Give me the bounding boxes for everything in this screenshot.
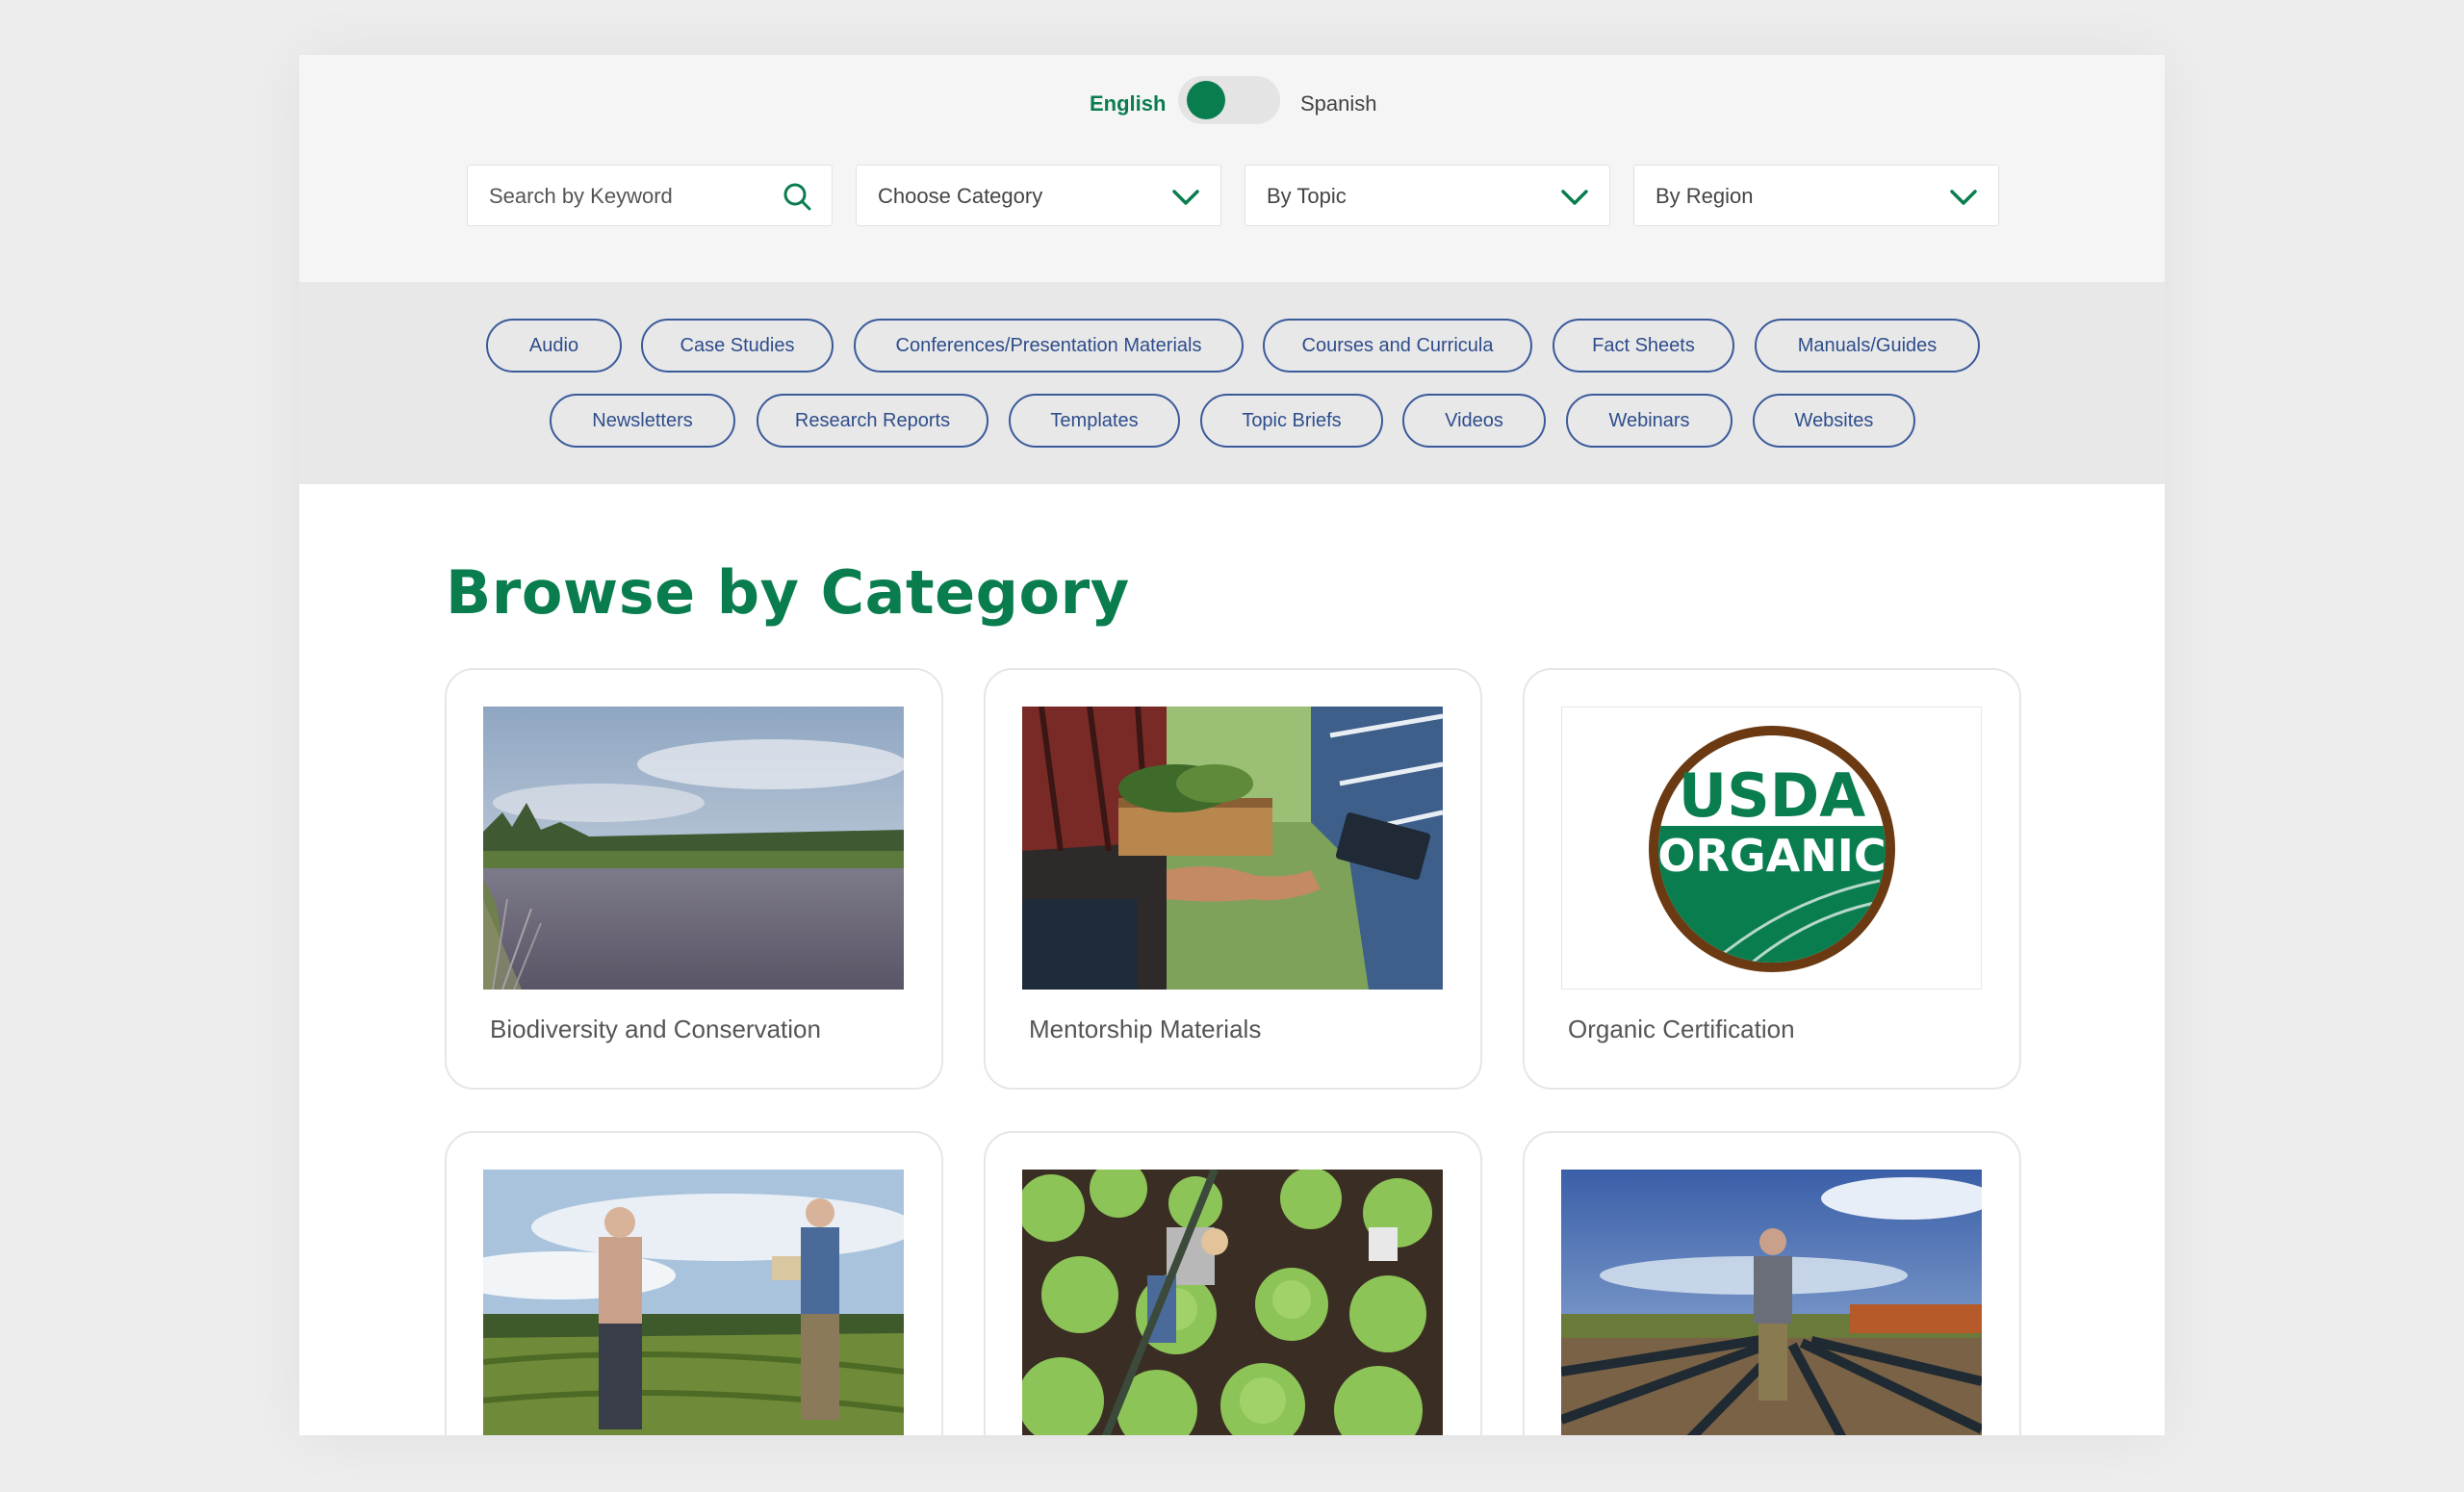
chip-templates[interactable]: Templates — [1009, 394, 1180, 448]
category-card[interactable] — [984, 1131, 1482, 1435]
region-select[interactable]: By Region — [1633, 165, 1999, 226]
chip-webinars[interactable]: Webinars — [1566, 394, 1732, 448]
category-card-label: Organic Certification — [1568, 1015, 1795, 1043]
chip-topic-briefs[interactable]: Topic Briefs — [1200, 394, 1383, 448]
language-switch: English Spanish — [299, 74, 2165, 134]
search-icon[interactable] — [782, 181, 812, 212]
usda-organic-seal-image: USDA ORGANIC — [1561, 707, 1982, 990]
category-select[interactable]: Choose Category — [856, 165, 1221, 226]
language-toggle[interactable] — [1178, 76, 1280, 124]
chevron-down-icon — [1561, 190, 1588, 205]
lettuce-field-image — [1022, 1170, 1443, 1435]
category-select-value: Choose Category — [878, 184, 1043, 208]
category-card[interactable] — [445, 1131, 943, 1435]
chip-conferences[interactable]: Conferences/Presentation Materials — [854, 319, 1244, 373]
chevron-down-icon — [1950, 190, 1977, 205]
toggle-knob — [1187, 81, 1225, 119]
chip-videos[interactable]: Videos — [1402, 394, 1546, 448]
chip-fact-sheets[interactable]: Fact Sheets — [1553, 319, 1734, 373]
topic-select[interactable]: By Topic — [1245, 165, 1610, 226]
chip-websites[interactable]: Websites — [1753, 394, 1915, 448]
language-english-label[interactable]: English — [1090, 91, 1166, 116]
category-card[interactable] — [1523, 1131, 2021, 1435]
filter-header: English Spanish Choose Category — [299, 55, 2165, 282]
region-select-value: By Region — [1656, 184, 1754, 208]
search-box — [467, 165, 833, 226]
filter-bar: Choose Category By Topic By Region — [299, 165, 2165, 228]
chip-courses[interactable]: Courses and Curricula — [1263, 319, 1532, 373]
page-title: Browse by Category — [446, 557, 1130, 628]
biodiversity-image — [483, 707, 904, 990]
chip-case-studies[interactable]: Case Studies — [641, 319, 834, 373]
usda-logo-top-text: USDA — [1679, 760, 1865, 831]
page: English Spanish Choose Category — [299, 55, 2165, 1435]
language-spanish-label[interactable]: Spanish — [1300, 91, 1377, 116]
category-card-biodiversity[interactable]: Biodiversity and Conservation — [445, 668, 943, 1090]
category-card-mentorship[interactable]: Mentorship Materials — [984, 668, 1482, 1090]
field-research-image — [483, 1170, 904, 1435]
farm-rows-image — [1561, 1170, 1982, 1435]
category-card-label: Biodiversity and Conservation — [490, 1015, 821, 1043]
chevron-down-icon — [1172, 190, 1199, 205]
mentorship-image — [1022, 707, 1443, 990]
search-input[interactable] — [487, 173, 780, 219]
category-card-organic-certification[interactable]: USDA ORGANIC Organic Certification — [1523, 668, 2021, 1090]
topic-select-value: By Topic — [1267, 184, 1347, 208]
chip-newsletters[interactable]: Newsletters — [550, 394, 735, 448]
chip-audio[interactable]: Audio — [486, 319, 622, 373]
category-card-label: Mentorship Materials — [1029, 1015, 1262, 1043]
chip-research-reports[interactable]: Research Reports — [757, 394, 988, 448]
chip-manuals-guides[interactable]: Manuals/Guides — [1755, 319, 1980, 373]
usda-logo-bottom-text: ORGANIC — [1657, 830, 1886, 882]
resource-type-chips: Audio Case Studies Conferences/Presentat… — [299, 282, 2165, 484]
